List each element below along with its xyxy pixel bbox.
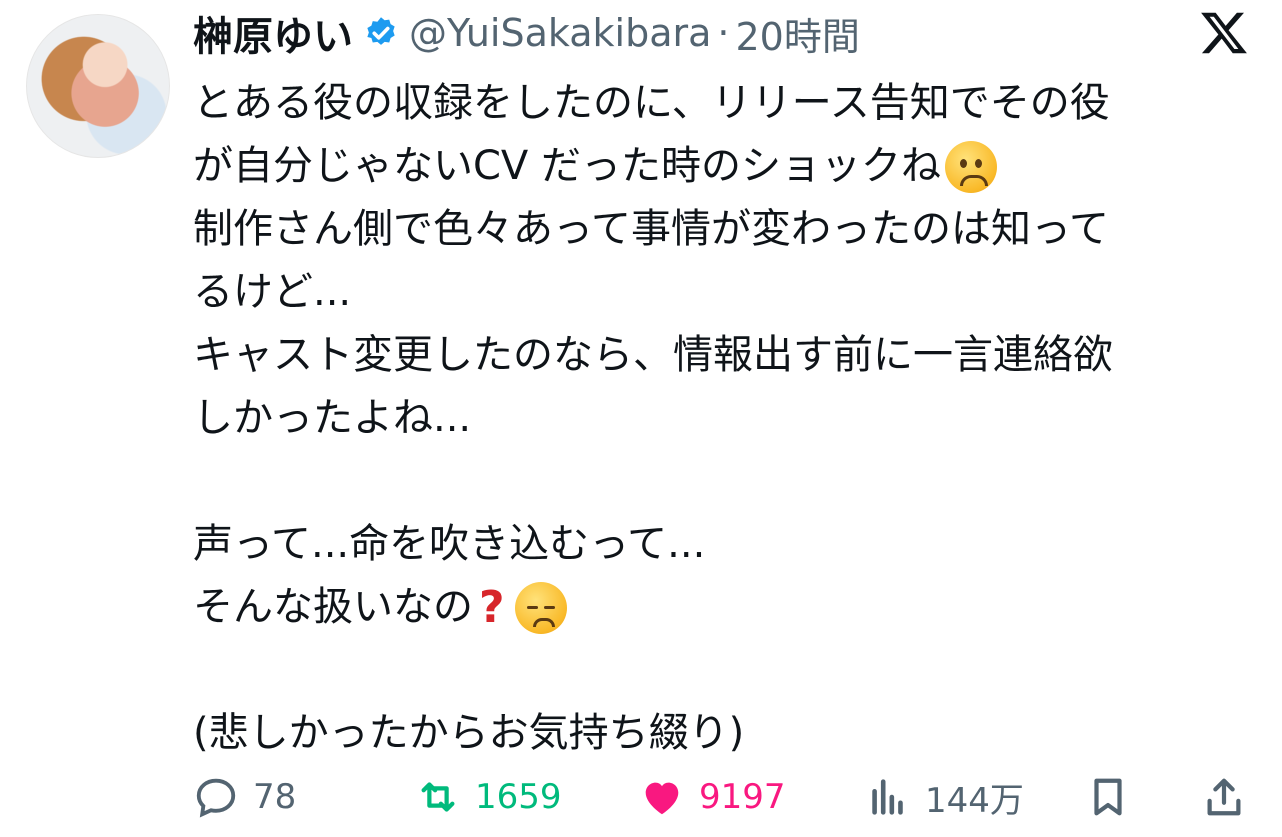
like-count: 9197: [699, 777, 786, 817]
tweet-text: とある役の収録をしたのに、リリース告知でその役 が自分じゃないCV だった時のシ…: [193, 72, 1253, 765]
tweet-line: そんな扱いなの ?: [193, 576, 1253, 639]
display-name[interactable]: 榊原ゆい: [193, 4, 353, 62]
avatar[interactable]: [26, 14, 170, 158]
bookmark-icon: [1094, 778, 1122, 816]
share-button[interactable]: [1201, 770, 1247, 824]
tweet-line: (悲しかったからお気持ち綴り): [193, 710, 745, 756]
separator: ·: [717, 11, 730, 55]
reply-count: 78: [253, 777, 297, 817]
reply-button[interactable]: 78: [193, 770, 296, 824]
author-header: 榊原ゆい @YuiSakakibara · 20時間: [193, 6, 860, 61]
handle[interactable]: @YuiSakakibara: [409, 11, 711, 55]
tweet-actions: 78 1659 9197 144万: [193, 770, 1253, 824]
tweet-line: 制作さん側で色々あって事情が変わったのは知って: [193, 206, 1109, 252]
tweet-line: とある役の収録をしたのに、リリース告知でその役: [193, 80, 1110, 126]
retweet-count: 1659: [475, 777, 562, 817]
tweet-line: しかったよね...: [193, 395, 472, 441]
heart-icon: [645, 782, 679, 815]
worried-face-emoji: [945, 140, 998, 193]
retweet-icon: [421, 782, 455, 812]
timestamp[interactable]: 20時間: [736, 6, 860, 61]
views-chart-icon: [872, 779, 903, 815]
tweet-line: 声って...命を吹き込むって...: [193, 521, 706, 567]
tweet-line: が自分じゃないCV だった時のショックね: [193, 135, 1253, 198]
reply-icon: [196, 778, 236, 818]
views-button[interactable]: 144万: [865, 770, 1024, 824]
verified-badge-icon: [367, 17, 395, 45]
like-button[interactable]: 9197: [639, 770, 786, 824]
pensive-face-emoji: [514, 581, 567, 634]
tweet-line: るけど...: [193, 269, 352, 315]
views-count: 144万: [925, 780, 1024, 821]
retweet-button[interactable]: 1659: [415, 770, 562, 824]
x-logo-icon[interactable]: [1198, 8, 1250, 58]
red-question-mark-emoji: ?: [479, 582, 505, 633]
tweet-line: キャスト変更したのなら、情報出す前に一言連絡欲: [193, 332, 1113, 378]
bookmark-button[interactable]: [1085, 770, 1131, 824]
share-icon: [1207, 778, 1241, 816]
